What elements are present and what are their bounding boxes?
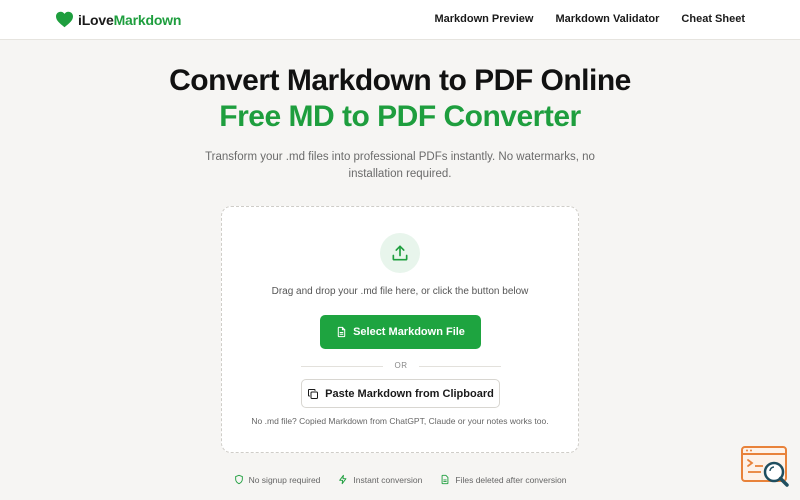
page-subtitle: Transform your .md files into profession… — [205, 151, 595, 180]
select-file-button[interactable]: Select Markdown File — [320, 315, 481, 349]
select-file-label: Select Markdown File — [353, 326, 465, 338]
feature-label: Instant conversion — [353, 474, 423, 485]
lightning-icon — [339, 474, 347, 485]
copy-icon — [308, 388, 319, 399]
upload-icon — [392, 245, 408, 261]
main-nav: Markdown Preview Markdown Validator Chea… — [434, 13, 745, 25]
feature-label: No signup required — [248, 474, 321, 485]
heart-icon — [56, 11, 73, 28]
feature-files-deleted: Files deleted after conversion — [440, 474, 566, 485]
page-title-accent: Free MD to PDF Converter — [219, 100, 581, 133]
logo-text: iLoveMarkdown — [78, 12, 181, 28]
site-header: iLoveMarkdown Markdown Preview Markdown … — [0, 0, 800, 40]
shield-icon — [234, 474, 243, 485]
file-icon — [337, 326, 346, 338]
or-divider: OR — [301, 361, 501, 370]
paste-clipboard-button[interactable]: Paste Markdown from Clipboard — [301, 379, 500, 408]
document-icon — [442, 474, 449, 485]
logo-text-part2: Markdown — [113, 11, 182, 28]
feature-list: No signup required Instant conversion Fi… — [0, 474, 800, 485]
nav-cheat-sheet[interactable]: Cheat Sheet — [681, 13, 745, 25]
floating-code-search-widget[interactable] — [741, 446, 791, 488]
feature-no-signup: No signup required — [234, 474, 321, 485]
feature-instant: Instant conversion — [338, 474, 422, 485]
logo[interactable]: iLoveMarkdown — [55, 11, 181, 28]
upload-dropzone[interactable]: Drag and drop your .md file here, or cli… — [221, 206, 579, 453]
feature-label: Files deleted after conversion — [455, 474, 567, 485]
upload-icon-badge — [380, 233, 420, 273]
dropzone-instructions: Drag and drop your .md file here, or cli… — [271, 286, 529, 297]
clipboard-note: No .md file? Copied Markdown from ChatGP… — [251, 416, 549, 426]
logo-text-part1: iLove — [78, 11, 114, 28]
or-label: OR — [394, 361, 408, 370]
nav-markdown-preview[interactable]: Markdown Preview — [434, 13, 533, 25]
nav-markdown-validator[interactable]: Markdown Validator — [556, 13, 660, 25]
code-search-icon — [741, 446, 789, 487]
page-title: Convert Markdown to PDF Online — [169, 64, 631, 97]
paste-clipboard-label: Paste Markdown from Clipboard — [325, 387, 494, 400]
